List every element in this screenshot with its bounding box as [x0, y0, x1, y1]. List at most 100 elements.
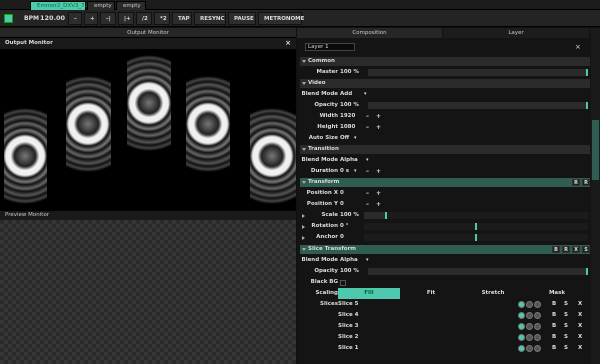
bpm-minus-button[interactable]: –	[68, 12, 82, 25]
section-transform[interactable]: Transform R R	[300, 178, 590, 187]
width-minus-button[interactable]: –	[366, 111, 369, 122]
slice-name[interactable]: Slice 1	[338, 343, 358, 354]
slice-name[interactable]: Slice 2	[338, 332, 358, 343]
position-y-minus-button[interactable]: –	[366, 199, 369, 210]
scaling-stretch-button[interactable]: Stretch	[462, 288, 524, 299]
slice-x-button[interactable]: X	[578, 299, 582, 310]
transform-random-button[interactable]: R	[582, 179, 590, 186]
scaling-fill-button[interactable]: Fill	[338, 288, 400, 299]
chevron-down-icon[interactable]: ▾	[364, 89, 367, 100]
slice-bypass-button[interactable]: B	[552, 246, 560, 253]
scaling-fit-button[interactable]: Fit	[400, 288, 462, 299]
transition-blend-dropdown[interactable]: Alpha	[340, 155, 358, 166]
position-y-plus-button[interactable]: +	[376, 199, 381, 210]
half-bpm-button[interactable]: /2	[136, 12, 152, 25]
double-bpm-button[interactable]: *2	[154, 12, 170, 25]
rotation-value[interactable]: 0 °	[340, 221, 349, 232]
width-value[interactable]: 1920	[340, 111, 355, 122]
slider-knob[interactable]	[586, 102, 588, 109]
height-plus-button[interactable]: +	[376, 122, 381, 133]
tap-button[interactable]: TAP	[172, 12, 192, 25]
slice-s-button[interactable]: S	[564, 343, 568, 354]
slice-s-button[interactable]: S	[564, 321, 568, 332]
rotation-slider[interactable]	[364, 223, 588, 230]
bpm-plus-button[interactable]: +	[84, 12, 98, 25]
duration-plus-button[interactable]: +	[376, 166, 381, 177]
chevron-down-icon[interactable]: ▾	[354, 133, 357, 144]
slider-knob[interactable]	[475, 223, 477, 230]
duration-minus-button[interactable]: –	[366, 166, 369, 177]
chevron-down-icon[interactable]: ▾	[354, 166, 357, 177]
slice-name[interactable]: Slice 3	[338, 321, 358, 332]
position-x-minus-button[interactable]: –	[366, 188, 369, 199]
slice-opacity-value[interactable]: 100 %	[340, 266, 359, 277]
slider-knob[interactable]	[586, 268, 588, 275]
anchor-value[interactable]: 0	[340, 232, 344, 243]
black-bg-checkbox[interactable]	[340, 280, 346, 286]
scale-slider[interactable]	[364, 212, 588, 219]
transform-reset-button[interactable]: R	[572, 179, 580, 186]
scrollbar-thumb[interactable]	[592, 120, 599, 180]
pause-button[interactable]: PAUSE	[228, 12, 256, 25]
slice-solo-button[interactable]: S	[582, 246, 590, 253]
tab-clip-2[interactable]: empty	[87, 1, 115, 10]
section-common[interactable]: Common	[300, 57, 590, 66]
chevron-down-icon[interactable]: ▾	[366, 155, 369, 166]
resync-button[interactable]: RESYNC	[194, 12, 226, 25]
slice-b-button[interactable]: B	[552, 332, 556, 343]
chevron-down-icon[interactable]: ▾	[366, 255, 369, 266]
nudge-down-button[interactable]: –|	[100, 12, 116, 25]
tab-layer[interactable]: Layer	[443, 28, 589, 38]
expand-icon[interactable]	[302, 214, 305, 218]
position-x-plus-button[interactable]: +	[376, 188, 381, 199]
section-slice-transform[interactable]: Slice Transform B R X S	[300, 245, 590, 254]
slice-random-button[interactable]: R	[562, 246, 570, 253]
slice-x-button[interactable]: X	[578, 310, 582, 321]
slice-blend-dropdown[interactable]: Alpha	[340, 255, 358, 266]
tab-composition[interactable]: Composition	[297, 28, 442, 38]
expand-icon[interactable]	[302, 225, 305, 229]
anchor-slider[interactable]	[364, 234, 588, 241]
slider-knob[interactable]	[475, 234, 477, 241]
master-value[interactable]: 100 %	[340, 67, 359, 78]
auto-size-dropdown[interactable]: Off	[340, 133, 349, 144]
slice-x-button[interactable]: X	[578, 343, 582, 354]
slice-s-button[interactable]: S	[564, 332, 568, 343]
section-transition[interactable]: Transition	[300, 145, 590, 154]
master-slider[interactable]	[368, 69, 588, 76]
expand-icon[interactable]	[302, 236, 305, 240]
tab-clip-3[interactable]: empty	[116, 1, 146, 10]
duration-value[interactable]: 0 s	[340, 166, 349, 177]
slice-remove-button[interactable]: X	[572, 246, 580, 253]
width-plus-button[interactable]: +	[376, 111, 381, 122]
height-value[interactable]: 1080	[340, 122, 355, 133]
layer-name-field[interactable]: Layer 1	[305, 43, 355, 51]
close-icon[interactable]: ×	[575, 43, 581, 51]
position-y-value[interactable]: 0	[340, 199, 344, 210]
slice-opacity-slider[interactable]	[368, 268, 588, 275]
play-indicator-icon[interactable]	[4, 14, 13, 23]
slice-name[interactable]: Slice 5	[338, 299, 358, 310]
section-video[interactable]: Video	[300, 79, 590, 88]
scale-value[interactable]: 100 %	[340, 210, 359, 221]
slice-x-button[interactable]: X	[578, 321, 582, 332]
opacity-slider[interactable]	[368, 102, 588, 109]
slice-x-button[interactable]: X	[578, 332, 582, 343]
position-x-value[interactable]: 0	[340, 188, 344, 199]
slice-s-button[interactable]: S	[564, 310, 568, 321]
panel-scrollbar[interactable]	[591, 28, 600, 364]
nudge-up-button[interactable]: |+	[118, 12, 134, 25]
slice-b-button[interactable]: B	[552, 310, 556, 321]
blend-mode-dropdown[interactable]: Add	[340, 89, 352, 100]
bpm-value[interactable]: 120.00	[40, 13, 65, 24]
mask-toggles[interactable]	[518, 345, 542, 356]
metronome-button[interactable]: METRONOME	[258, 12, 304, 25]
slice-b-button[interactable]: B	[552, 321, 556, 332]
slice-s-button[interactable]: S	[564, 299, 568, 310]
opacity-value[interactable]: 100 %	[340, 100, 359, 111]
height-minus-button[interactable]: –	[366, 122, 369, 133]
slice-b-button[interactable]: B	[552, 299, 556, 310]
slider-knob[interactable]	[385, 212, 387, 219]
slice-name[interactable]: Slice 4	[338, 310, 358, 321]
slider-knob[interactable]	[586, 69, 588, 76]
